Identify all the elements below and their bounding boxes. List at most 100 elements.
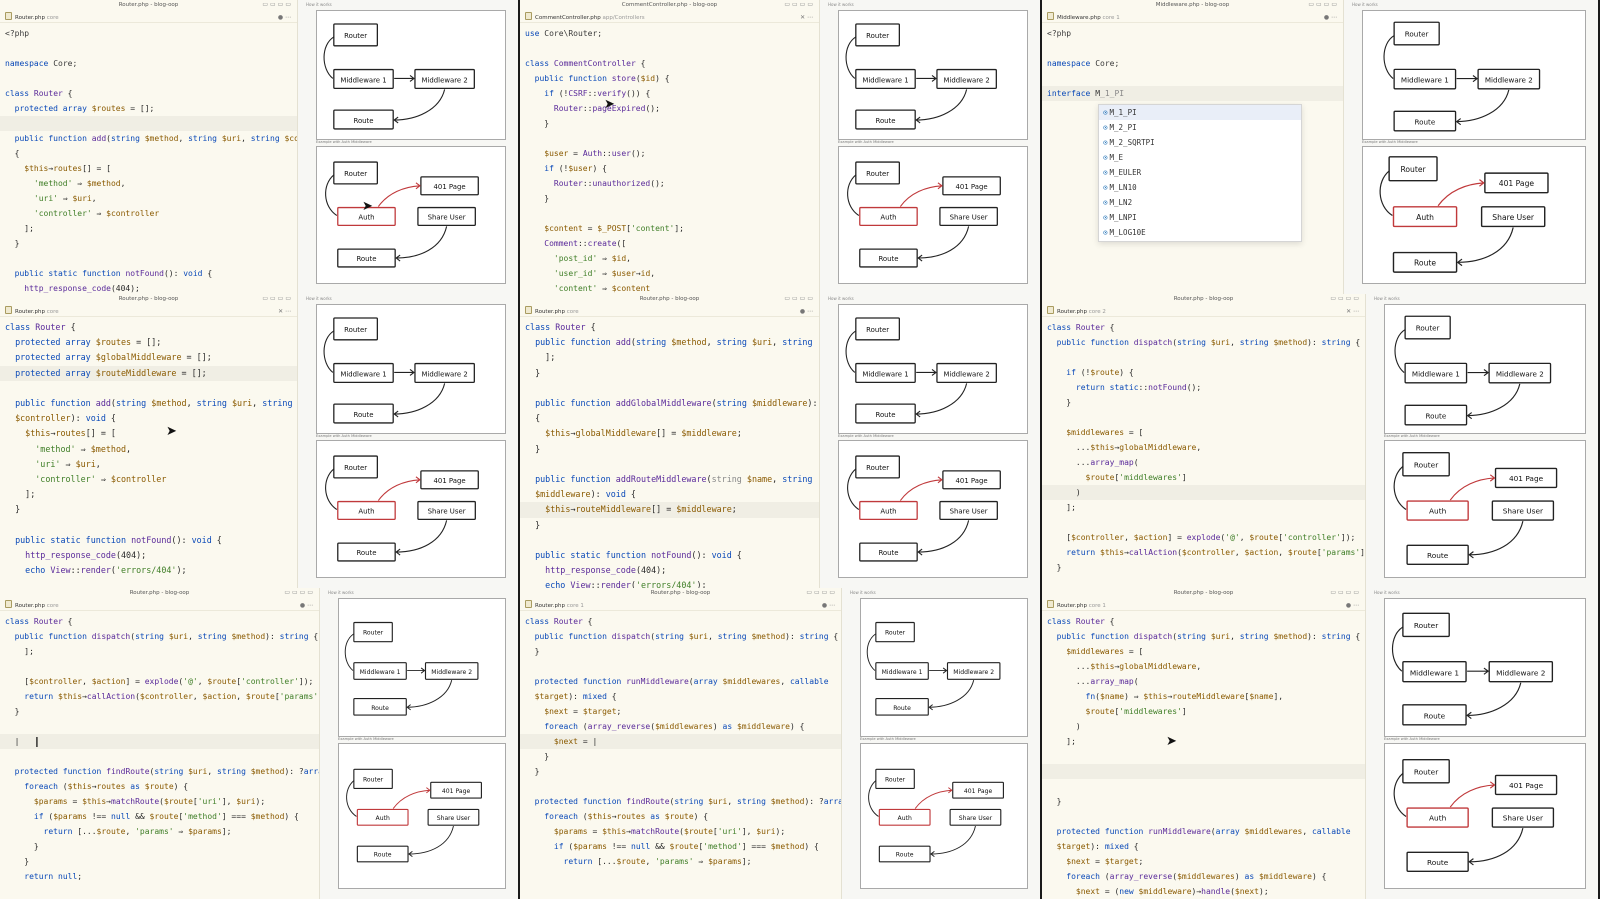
code-line[interactable]: foreach (array_reverse($middlewares) as … <box>1042 869 1365 884</box>
code-line[interactable]: 'controller' ⇒ $controller <box>0 472 297 487</box>
code-area[interactable]: class Router { public function dispatch(… <box>1042 294 1365 588</box>
code-line[interactable] <box>520 206 819 221</box>
code-line[interactable]: ]; <box>520 350 819 365</box>
code-line[interactable]: $middlewares = [ <box>1042 425 1365 440</box>
drawing-window-8[interactable]: How it works Router Middleware 1 Middleware… <box>842 588 1042 899</box>
code-line[interactable]: [$controller, $action] = explode('@', $r… <box>1042 530 1365 545</box>
code-line[interactable]: $this→routes[] = [ <box>0 161 297 176</box>
code-line[interactable]: foreach ($this→routes as $route) { <box>0 779 319 794</box>
code-line[interactable]: echo View::render('errors/404'); <box>520 578 819 588</box>
autocomplete-popup[interactable]: ⊙ M_1_PI ⊙ M_2_PI ⊙ M_2_SQRTPI ⊙ M_E ⊙ M_EULER ⊙ M_… <box>1098 104 1302 242</box>
drawing-window-5[interactable]: How it works Router Middleware 1 Middleware… <box>820 294 1042 588</box>
code-line[interactable]: ]; <box>1042 734 1365 749</box>
code-line[interactable] <box>1042 350 1365 365</box>
auth-middleware-diagram[interactable]: Router 401 Page Auth Share User Route <box>838 146 1028 284</box>
code-line[interactable]: return $this→callAction($controller, $ac… <box>1042 545 1365 560</box>
code-line[interactable]: { <box>0 146 297 161</box>
code-line[interactable]: protected function findRoute(string $uri… <box>0 764 319 779</box>
code-line[interactable] <box>1042 749 1365 764</box>
code-line[interactable] <box>520 131 819 146</box>
code-line[interactable]: return $this→callAction($controller, $ac… <box>0 689 319 704</box>
code-line[interactable]: ...$this→globalMiddleware, <box>1042 440 1365 455</box>
code-line[interactable] <box>1042 779 1365 794</box>
code-line[interactable]: $this→globalMiddleware[] = $middleware; <box>520 426 819 441</box>
code-line[interactable]: $target): mixed { <box>1042 839 1365 854</box>
editor-window-5[interactable]: Router.php - blog-oop ▭▭▭▭ Router.php core… <box>520 294 820 588</box>
code-line[interactable]: 'post_id' ⇒ $id, <box>520 251 819 266</box>
code-line[interactable] <box>520 779 841 794</box>
code-line[interactable]: $next = $target; <box>520 704 841 719</box>
code-line[interactable]: 'method' ⇒ $method, <box>0 442 297 457</box>
code-line[interactable]: public function dispatch(string $uri, st… <box>1042 629 1365 644</box>
code-line[interactable]: $params = $this→matchRoute($route['uri']… <box>520 824 841 839</box>
code-area[interactable]: class Router { public function dispatch(… <box>0 588 319 899</box>
code-area[interactable]: class Router { protected array $routes =… <box>0 294 297 588</box>
code-line[interactable] <box>0 749 319 764</box>
code-line[interactable]: return static::notFound(); <box>1042 380 1365 395</box>
code-line[interactable] <box>1042 515 1365 530</box>
middleware-flow-diagram[interactable]: Router Middleware 1 Middleware 2 Route <box>316 10 506 140</box>
code-line[interactable]: ) <box>1042 485 1365 500</box>
code-line[interactable]: interface M_1_PI <box>1042 86 1343 101</box>
code-line[interactable]: 'uri' ⇒ $uri, <box>0 191 297 206</box>
code-line[interactable]: } <box>520 518 819 533</box>
code-line[interactable]: protected array $routes = []; <box>0 101 297 116</box>
code-line[interactable]: $next = $target; <box>1042 854 1365 869</box>
auth-middleware-diagram[interactable]: Router 401 Page Auth Share User Route <box>860 743 1028 889</box>
autocomplete-item[interactable]: ⊙ M_2_PI <box>1099 120 1301 135</box>
code-line[interactable]: protected array $routeMiddleware = []; <box>0 365 297 381</box>
code-line[interactable]: } <box>1042 794 1365 809</box>
code-line[interactable]: } <box>0 502 297 517</box>
code-line[interactable]: foreach ($this→routes as $route) { <box>520 809 841 824</box>
code-line[interactable]: $next = (new $middleware)→handle($next); <box>1042 884 1365 899</box>
editor-window-9[interactable]: Router.php - blog-oop ▭▭▭▭ Router.php core… <box>1042 588 1366 899</box>
code-line[interactable]: namespace Core; <box>0 56 297 71</box>
code-line[interactable]: http_response_code(404); <box>0 281 297 294</box>
code-line[interactable]: if (!$user) { <box>520 161 819 176</box>
code-line[interactable]: } <box>520 191 819 206</box>
code-line[interactable]: return [...$route, 'params' ⇒ $params]; <box>520 854 841 869</box>
code-line[interactable]: return [...$route, 'params' ⇒ $params]; <box>0 824 319 839</box>
code-line[interactable]: } <box>520 442 819 457</box>
code-line[interactable]: protected function runMiddleware(array $… <box>1042 824 1365 839</box>
code-line[interactable] <box>0 659 319 674</box>
code-line[interactable] <box>520 41 819 56</box>
code-line[interactable] <box>1042 410 1365 425</box>
code-line[interactable] <box>520 381 819 396</box>
autocomplete-item[interactable]: ⊙ M_LNPI <box>1099 210 1301 225</box>
auth-middleware-diagram[interactable]: Router 401 Page Auth Share User Route <box>316 146 506 284</box>
code-line[interactable]: <?php <box>1042 26 1343 41</box>
code-line[interactable]: foreach (array_reverse($middlewares) as … <box>520 719 841 734</box>
code-line[interactable] <box>0 251 297 266</box>
code-line[interactable] <box>0 116 297 131</box>
code-line[interactable] <box>520 533 819 548</box>
code-line[interactable]: } <box>0 839 319 854</box>
code-line[interactable]: class Router { <box>0 86 297 101</box>
code-line[interactable]: ]; <box>0 644 319 659</box>
code-line[interactable] <box>1042 764 1365 779</box>
code-line[interactable]: } <box>0 704 319 719</box>
code-area[interactable]: <?php namespace Core; class Router { prote… <box>0 0 297 294</box>
code-line[interactable]: [$controller, $action] = explode('@', $r… <box>0 674 319 689</box>
auth-middleware-diagram[interactable]: Router 401 Page Auth Share User Route <box>338 743 506 889</box>
drawing-window-1[interactable]: How it works Router Middleware 1 Middleware… <box>298 0 520 294</box>
code-area[interactable]: class Router { public function dispatch(… <box>520 588 841 899</box>
code-line[interactable]: if (!$route) { <box>1042 365 1365 380</box>
auth-middleware-diagram[interactable]: Router 401 Page Auth Share User Route <box>838 440 1028 578</box>
code-line[interactable]: public function add(string $method, stri… <box>0 131 297 146</box>
code-line[interactable]: class Router { <box>520 614 841 629</box>
code-line[interactable] <box>1042 809 1365 824</box>
code-area[interactable]: use Core\Router; class CommentController … <box>520 0 819 294</box>
drawing-window-9[interactable]: How it works Router Middleware 1 Middleware… <box>1366 588 1600 899</box>
code-line[interactable] <box>0 41 297 56</box>
code-line[interactable]: } <box>0 854 319 869</box>
code-line[interactable] <box>1042 41 1343 56</box>
code-line[interactable]: } <box>520 644 841 659</box>
code-line[interactable]: } <box>1042 560 1365 575</box>
code-line[interactable] <box>520 659 841 674</box>
drawing-window-6[interactable]: How it works Router Middleware 1 Middleware… <box>1366 294 1600 588</box>
code-line[interactable]: } <box>520 116 819 131</box>
autocomplete-item[interactable]: ⊙ M_LN2 <box>1099 195 1301 210</box>
code-line[interactable]: class CommentController { <box>520 56 819 71</box>
code-line[interactable]: 'content' ⇒ $content <box>520 281 819 294</box>
